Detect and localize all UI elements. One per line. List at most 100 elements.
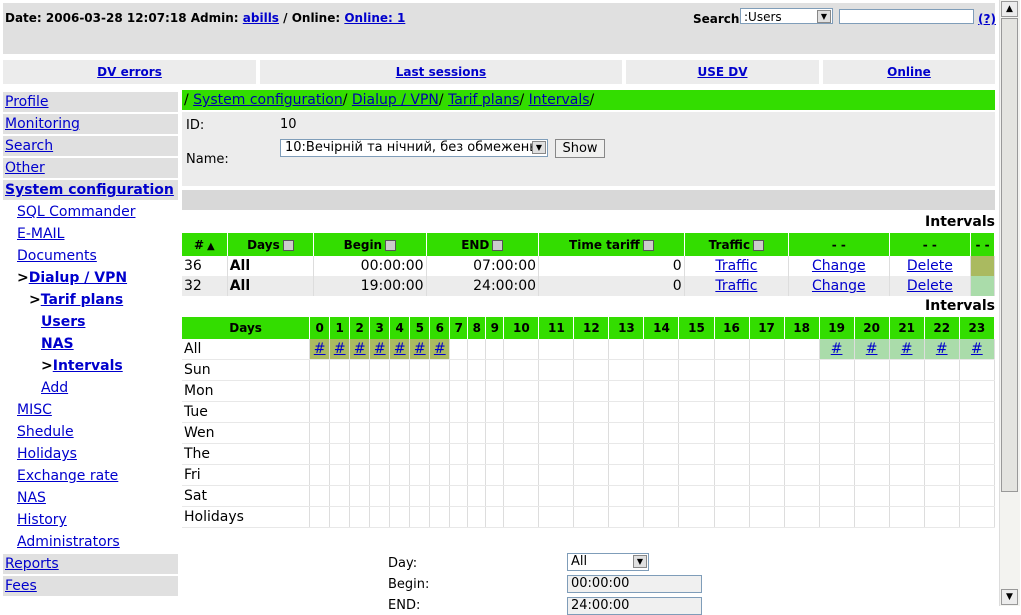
schedule-cell-link[interactable]: # [866,341,878,357]
nav-link[interactable]: DV errors [97,65,162,79]
admin-link[interactable]: abills [243,11,279,25]
vertical-scrollbar[interactable]: ▲ ▼ [999,0,1020,606]
sidebar-item-other[interactable]: Other [3,158,178,178]
nav-last-sessions[interactable]: Last sessions [260,60,622,84]
show-button[interactable]: Show [555,139,605,158]
sidebar-item-users[interactable]: Users [3,312,178,332]
sidebar-item-label[interactable]: Users [41,314,85,330]
sidebar-item-label[interactable]: Intervals [53,358,123,374]
delete-link-cell[interactable]: Delete [889,256,972,276]
begin-input[interactable]: 00:00:00 [567,575,702,593]
day-select[interactable]: All ▼ [567,553,649,571]
sidebar-item-label[interactable]: Dialup / VPN [29,270,127,286]
sort-icon[interactable] [282,239,294,251]
schedule-cell-link[interactable]: # [394,341,406,357]
schedule-cell-link[interactable]: # [374,341,386,357]
sidebar-item-label[interactable]: Reports [5,556,59,572]
sidebar-item-label[interactable]: Other [5,160,45,176]
schedule-cell-link[interactable]: # [434,341,446,357]
nav-online[interactable]: Online [823,60,995,84]
sort-icon[interactable] [385,239,397,251]
sidebar-item-label[interactable]: Documents [17,248,97,264]
sidebar-item-nas[interactable]: NAS [3,488,178,508]
sidebar-item-system-configuration[interactable]: System configuration [3,180,178,200]
schedule-cell-link[interactable]: # [971,341,983,357]
nav-link[interactable]: Online [887,65,931,79]
breadcrumb-intervals[interactable]: Intervals [529,92,590,108]
schedule-cell-link[interactable]: # [831,341,843,357]
sidebar-item-history[interactable]: History [3,510,178,530]
change-link-cell[interactable]: Change [788,276,890,296]
sidebar-item-add[interactable]: Add [3,378,178,398]
sidebar-item-documents[interactable]: Documents [3,246,178,266]
chevron-down-icon[interactable]: ▼ [817,10,831,23]
breadcrumb-system-configuration[interactable]: System configuration [193,92,343,108]
schedule-cell-link[interactable]: # [314,341,326,357]
sidebar-item-fees[interactable]: Fees [3,576,178,596]
online-link[interactable]: Online: 1 [344,11,405,25]
sidebar-item-holidays[interactable]: Holidays [3,444,178,464]
sidebar-item-label[interactable]: E-MAIL [17,226,64,242]
delete-link[interactable]: Delete [907,278,953,294]
sidebar-item-label[interactable]: Administrators [17,534,120,550]
sort-icon[interactable] [753,239,765,251]
scroll-up-icon[interactable]: ▲ [1001,1,1018,17]
sidebar-item-label[interactable]: Exchange rate [17,468,118,484]
change-link[interactable]: Change [812,258,866,274]
sidebar-item-e-mail[interactable]: E-MAIL [3,224,178,244]
sidebar-item-nas[interactable]: NAS [3,334,178,354]
traffic-link[interactable]: Traffic [715,278,757,294]
change-link-cell[interactable]: Change [788,256,890,276]
sidebar-item-label[interactable]: Monitoring [5,116,80,132]
sidebar-item-label[interactable]: System configuration [5,182,174,198]
sidebar-item-shedule[interactable]: Shedule [3,422,178,442]
help-link[interactable]: (?) [978,12,996,26]
traffic-link-cell[interactable]: Traffic [684,276,790,296]
schedule-cell-link[interactable]: # [334,341,346,357]
sidebar-item-tarif-plans[interactable]: >Tarif plans [3,290,178,310]
scroll-down-icon[interactable]: ▼ [1001,589,1018,605]
sidebar-item-label[interactable]: Holidays [17,446,77,462]
traffic-link[interactable]: Traffic [715,258,757,274]
sidebar-item-administrators[interactable]: Administrators [3,532,178,552]
nav-dv-errors[interactable]: DV errors [3,60,256,84]
sidebar-item-label[interactable]: MISC [17,402,52,418]
sidebar-item-label[interactable]: Add [41,380,68,396]
col-begin[interactable]: Begin [313,233,427,256]
sort-up-icon[interactable]: ▲ [207,241,215,252]
sidebar-item-label[interactable]: Fees [5,578,37,594]
nav-use-dv[interactable]: USE DV [626,60,819,84]
breadcrumb-dialup-vpn[interactable]: Dialup / VPN [352,92,439,108]
col-end[interactable]: END [426,233,540,256]
schedule-cell-link[interactable]: # [901,341,913,357]
col-days[interactable]: Days [227,233,315,256]
traffic-link-cell[interactable]: Traffic [684,256,790,276]
breadcrumb-tarif-plans[interactable]: Tarif plans [448,92,519,108]
sidebar-item-label[interactable]: SQL Commander [17,204,135,220]
col-num[interactable]: # ▲ [182,233,228,256]
sidebar-item-intervals[interactable]: >Intervals [3,356,178,376]
sidebar-item-label[interactable]: NAS [41,336,74,352]
chevron-down-icon[interactable]: ▼ [633,555,647,568]
delete-link[interactable]: Delete [907,258,953,274]
sort-icon[interactable] [492,239,504,251]
search-input[interactable] [839,9,974,24]
col-traffic[interactable]: Traffic [684,233,790,256]
sidebar-item-profile[interactable]: Profile [3,92,178,112]
sidebar-item-misc[interactable]: MISC [3,400,178,420]
nav-link[interactable]: Last sessions [396,65,486,79]
sidebar-item-sql-commander[interactable]: SQL Commander [3,202,178,222]
sidebar-item-reports[interactable]: Reports [3,554,178,574]
nav-link[interactable]: USE DV [697,65,747,79]
sidebar-item-label[interactable]: History [17,512,67,528]
sidebar-item-label[interactable]: Search [5,138,53,154]
sidebar-item-label[interactable]: Profile [5,94,49,110]
sidebar-item-monitoring[interactable]: Monitoring [3,114,178,134]
delete-link-cell[interactable]: Delete [889,276,972,296]
sidebar-item-label[interactable]: NAS [17,490,46,506]
search-type-select[interactable]: :Users ▼ [740,8,833,24]
sort-icon[interactable] [642,239,654,251]
change-link[interactable]: Change [812,278,866,294]
sidebar-item-dialup-vpn[interactable]: >Dialup / VPN [3,268,178,288]
tarif-name-select[interactable]: 10:Вечірній та нічний, без обмежень ▼ [280,139,548,157]
